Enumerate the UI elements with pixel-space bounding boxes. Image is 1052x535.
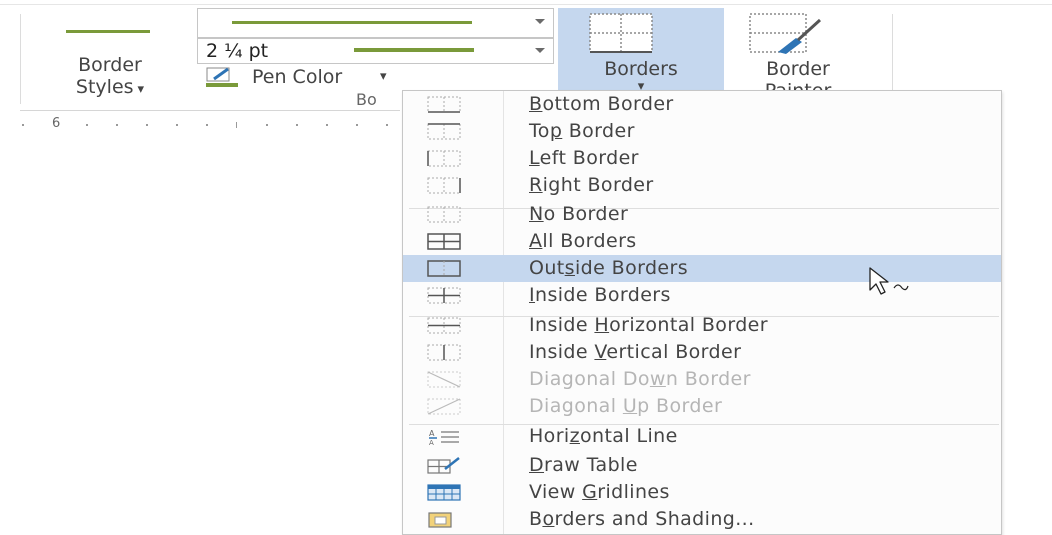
mnemonic-key: I — [529, 284, 536, 306]
ribbon-separator — [892, 14, 893, 90]
menu-item-top-border[interactable]: Top Border — [403, 118, 1001, 145]
line-style-preview-icon — [232, 21, 472, 24]
menu-item-bottom-border[interactable]: Bottom Border — [403, 91, 1001, 118]
menu-item-label: All Borders — [529, 230, 637, 252]
border-bottom-icon — [427, 96, 461, 113]
line-weight-preview-icon — [354, 48, 474, 52]
line-style-combo[interactable] — [197, 8, 554, 38]
mnemonic-key: w — [649, 368, 666, 390]
borders-dropdown-menu: Bottom Border Top Border Left Border Rig… — [402, 90, 1002, 535]
menu-item-horizontal-line[interactable]: A A Horizontal Line — [403, 423, 1001, 450]
border-style-preview-icon — [66, 30, 150, 33]
menu-item-view-gridlines[interactable]: View Gridlines — [403, 479, 1001, 506]
diagonal-down-border-icon — [427, 371, 461, 388]
mnemonic-key: D — [529, 454, 545, 476]
mnemonic-key: R — [529, 174, 543, 196]
ribbon-separator — [20, 14, 21, 104]
line-weight-combo[interactable]: 2 ¼ pt — [197, 38, 554, 64]
pen-color-icon — [206, 67, 238, 87]
menu-item-label: Top Border — [529, 120, 635, 142]
menu-item-label: Outside Borders — [529, 257, 689, 279]
menu-item-inside-vertical-border[interactable]: Inside Vertical Border — [403, 339, 1001, 366]
chevron-down-icon: ▾ — [380, 69, 387, 84]
menu-item-label: Inside Vertical Border — [529, 341, 742, 363]
chevron-down-icon[interactable] — [535, 48, 545, 53]
menu-item-draw-table[interactable]: Draw Table — [403, 452, 1001, 479]
svg-text:A: A — [429, 439, 434, 445]
border-painter-icon — [749, 13, 822, 54]
menu-item-left-border[interactable]: Left Border — [403, 145, 1001, 172]
borders-button[interactable]: Borders ▾ — [558, 8, 724, 94]
menu-item-label: Diagonal Down Border — [529, 368, 751, 390]
inside-horizontal-border-icon — [427, 317, 461, 334]
menu-item-label: Horizontal Line — [529, 425, 678, 447]
inside-borders-icon — [427, 287, 461, 304]
mnemonic-key: N — [529, 203, 544, 225]
pen-color-button[interactable]: Pen Color ▾ — [206, 64, 506, 90]
ruler-marker: 6 — [52, 116, 61, 131]
menu-item-right-border[interactable]: Right Border — [403, 172, 1001, 199]
borders-icon — [589, 13, 653, 53]
mnemonic-key: z — [569, 425, 580, 447]
mouse-pointer-icon — [869, 267, 909, 295]
ruler: 6 — [0, 112, 420, 134]
draw-table-icon — [427, 457, 460, 474]
border-styles-label: Border Styles ▾ — [75, 54, 145, 98]
menu-item-label: Borders and Shading... — [529, 508, 755, 530]
mnemonic-key: U — [622, 395, 638, 417]
border-styles-button[interactable]: Border Styles ▾ — [40, 14, 180, 106]
diagonal-up-border-icon — [427, 398, 461, 415]
chevron-down-icon: ▾ — [137, 82, 145, 97]
pen-color-label: Pen Color — [252, 66, 343, 88]
mnemonic-key: p — [549, 120, 563, 142]
menu-item-label: Diagonal Up Border — [529, 395, 723, 417]
menu-item-all-borders[interactable]: All Borders — [403, 228, 1001, 255]
mnemonic-key: G — [582, 481, 598, 503]
menu-item-diagonal-up-border[interactable]: Diagonal Up Border — [403, 393, 1001, 420]
ribbon-bottom-divider — [20, 110, 400, 111]
menu-item-label: Draw Table — [529, 454, 638, 476]
line-weight-value: 2 ¼ pt — [206, 40, 269, 62]
menu-item-label: No Border — [529, 203, 629, 225]
horizontal-line-icon: A A — [429, 429, 459, 445]
border-top-icon — [427, 123, 461, 140]
menu-item-label: View Gridlines — [529, 481, 670, 503]
mnemonic-key: V — [594, 341, 607, 363]
borders-and-shading-icon — [428, 512, 452, 528]
view-gridlines-icon — [427, 484, 461, 501]
outside-borders-icon — [427, 260, 461, 277]
mnemonic-key: L — [529, 147, 540, 169]
menu-item-label: Left Border — [529, 147, 639, 169]
group-label: Bo — [356, 90, 377, 109]
border-left-icon — [427, 150, 461, 167]
mnemonic-key: A — [529, 230, 543, 252]
mnemonic-key: o — [542, 508, 555, 530]
menu-item-inside-horizontal-border[interactable]: Inside Horizontal Border — [403, 312, 1001, 339]
menu-item-label: Bottom Border — [529, 93, 674, 115]
menu-item-label: Inside Horizontal Border — [529, 314, 768, 336]
menu-item-label: Right Border — [529, 174, 654, 196]
inside-vertical-border-icon — [427, 344, 461, 361]
menu-item-outside-borders[interactable]: Outside Borders — [403, 255, 1001, 282]
ribbon-top-divider — [0, 4, 1052, 5]
border-painter-button[interactable]: Border Painter — [728, 8, 868, 102]
svg-text:A: A — [429, 429, 435, 438]
mnemonic-key: s — [564, 257, 575, 279]
menu-item-label: Inside Borders — [529, 284, 671, 306]
menu-item-no-border[interactable]: No Border — [403, 201, 1001, 228]
no-border-icon — [427, 206, 461, 223]
all-borders-icon — [427, 233, 461, 250]
menu-item-diagonal-down-border[interactable]: Diagonal Down Border — [403, 366, 1001, 393]
menu-item-inside-borders[interactable]: Inside Borders — [403, 282, 1001, 309]
mnemonic-key: B — [529, 93, 543, 115]
menu-item-borders-and-shading[interactable]: Borders and Shading... — [403, 506, 1001, 533]
mnemonic-key: H — [594, 314, 610, 336]
border-right-icon — [427, 177, 461, 194]
chevron-down-icon[interactable] — [535, 19, 545, 24]
